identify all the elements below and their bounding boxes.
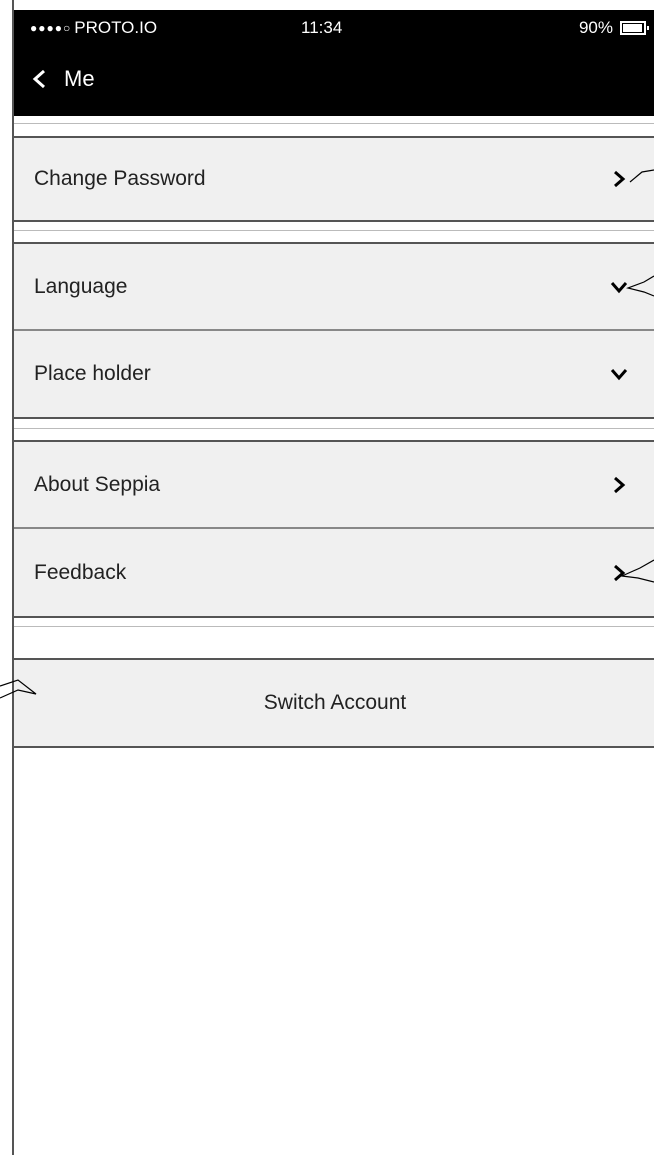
signal-dots-icon: ●●●●○ bbox=[30, 21, 72, 35]
place-holder-label: Place holder bbox=[34, 362, 151, 385]
chevron-down-icon bbox=[610, 369, 628, 381]
battery-icon bbox=[620, 21, 649, 35]
feedback-item[interactable]: Feedback bbox=[14, 529, 654, 618]
top-bar: ●●●●○ PROTO.IO 11:34 90% Me bbox=[14, 10, 654, 116]
about-item[interactable]: About Seppia bbox=[14, 440, 654, 529]
status-time: 11:34 bbox=[301, 18, 343, 37]
feedback-label: Feedback bbox=[34, 560, 127, 584]
switch-account-button[interactable]: Switch Account bbox=[14, 658, 654, 748]
divider bbox=[14, 428, 654, 429]
divider bbox=[14, 230, 654, 231]
language-item[interactable]: Language bbox=[14, 242, 654, 331]
change-password-label: Change Password bbox=[34, 167, 206, 190]
group-account: Change Password bbox=[14, 136, 654, 222]
back-button[interactable]: Me bbox=[30, 66, 95, 92]
chevron-right-icon bbox=[614, 564, 626, 581]
place-holder-item[interactable]: Place holder bbox=[14, 331, 654, 419]
switch-account-label: Switch Account bbox=[263, 691, 407, 714]
chevron-left-icon bbox=[32, 69, 45, 89]
group-info: About Seppia Feedback bbox=[14, 440, 654, 618]
battery-status: 90% bbox=[578, 18, 649, 38]
chevron-right-icon bbox=[614, 476, 626, 493]
battery-percent: 90% bbox=[578, 18, 613, 37]
divider bbox=[14, 123, 654, 124]
back-label: Me bbox=[64, 66, 95, 91]
group-switch: Switch Account bbox=[14, 658, 654, 748]
change-password-item[interactable]: Change Password bbox=[14, 136, 654, 222]
carrier-info: ●●●●○ PROTO.IO bbox=[30, 18, 157, 38]
carrier-name: PROTO.IO bbox=[74, 18, 158, 37]
phone-screen: ●●●●○ PROTO.IO 11:34 90% Me Change Passw… bbox=[12, 0, 654, 1155]
divider bbox=[14, 626, 654, 627]
about-label: About Seppia bbox=[34, 472, 161, 496]
chevron-down-icon bbox=[610, 281, 628, 293]
chevron-right-icon bbox=[614, 170, 626, 188]
language-label: Language bbox=[34, 274, 128, 298]
group-preferences: Language Place holder bbox=[14, 242, 654, 419]
status-bar: ●●●●○ PROTO.IO 11:34 90% bbox=[14, 18, 654, 44]
